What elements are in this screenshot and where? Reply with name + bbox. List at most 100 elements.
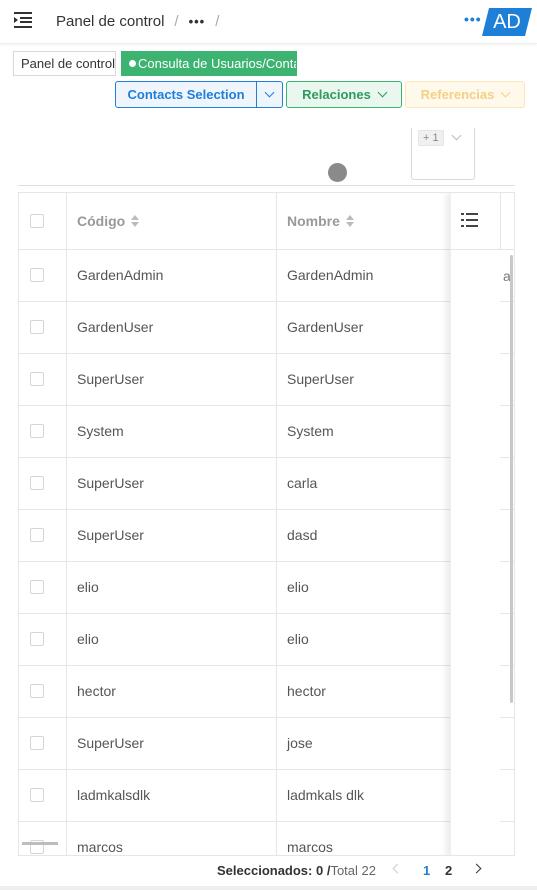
tab-panel-de-control[interactable]: Panel de control	[13, 51, 116, 76]
avatar[interactable]: AD	[482, 8, 532, 36]
codigo-value: GardenAdmin	[77, 267, 164, 283]
cell-codigo: GardenAdmin	[67, 250, 277, 301]
row-select-cell	[19, 458, 67, 509]
breadcrumb-separator: /	[215, 13, 220, 30]
table-row[interactable]: hector hector	[19, 666, 514, 718]
codigo-value: SuperUser	[77, 475, 144, 491]
codigo-value: hector	[77, 683, 116, 699]
column-codigo[interactable]: Código	[67, 193, 277, 249]
cell-codigo: SuperUser	[67, 718, 277, 769]
nombre-value: hector	[287, 683, 326, 699]
row-checkbox[interactable]	[30, 736, 44, 750]
cell-nombre: dasd	[277, 510, 451, 561]
row-select-cell	[19, 718, 67, 769]
sort-icon[interactable]	[345, 215, 354, 227]
horizontal-scrollbar[interactable]	[22, 842, 58, 845]
users-table: Código Nombre GardenAdmin GardenAdmin Gard…	[18, 192, 515, 856]
table-row[interactable]: elio elio	[19, 614, 514, 666]
table-row[interactable]: System System	[19, 406, 514, 458]
cell-codigo: System	[67, 406, 277, 457]
row-checkbox[interactable]	[30, 528, 44, 542]
contacts-selection-button[interactable]: Contacts Selection	[115, 81, 283, 108]
sort-icon[interactable]	[131, 215, 140, 227]
filter-tag: + 1	[418, 130, 444, 146]
cell-nombre: jose	[277, 718, 451, 769]
next-page-button[interactable]	[471, 863, 482, 878]
table-row[interactable]: GardenAdmin GardenAdmin	[19, 250, 514, 302]
table-row[interactable]: GardenUser GardenUser	[19, 302, 514, 354]
row-select-cell	[19, 302, 67, 353]
divider	[18, 185, 515, 186]
table-row[interactable]: ladmkalsdlk ladmkals dlk	[19, 770, 514, 822]
table-row[interactable]: SuperUser carla	[19, 458, 514, 510]
codigo-value: ladmkalsdlk	[77, 787, 151, 803]
row-select-cell	[19, 510, 67, 561]
row-select-cell	[19, 354, 67, 405]
header-select-cell	[19, 193, 67, 249]
tab-consulta-usuarios[interactable]: Consulta de Usuarios/Contactos	[121, 51, 297, 76]
row-checkbox[interactable]	[30, 476, 44, 490]
breadcrumb-root[interactable]: Panel de control	[56, 13, 164, 30]
row-checkbox[interactable]	[30, 268, 44, 282]
nombre-value: marcos	[287, 839, 333, 855]
nombre-value: ladmkals dlk	[287, 787, 365, 803]
codigo-value: SuperUser	[77, 371, 144, 387]
chevron-right-icon	[471, 863, 482, 874]
cell-nombre: elio	[277, 562, 451, 613]
nombre-value: carla	[287, 475, 318, 491]
referencias-button[interactable]: Referencias	[405, 81, 525, 108]
top-bar: Panel de control / ••• / ••• AD	[0, 0, 537, 44]
row-select-cell	[19, 406, 67, 457]
cell-codigo: ladmkalsdlk	[67, 770, 277, 821]
row-select-cell	[19, 250, 67, 301]
page-tabs: Panel de control Consulta de Usuarios/Co…	[0, 47, 537, 81]
vertical-scrollbar[interactable]	[510, 255, 513, 703]
nombre-value: GardenUser	[287, 319, 364, 335]
filter-multiselect[interactable]: + 1	[411, 128, 475, 180]
row-checkbox[interactable]	[30, 372, 44, 386]
menu-toggle-icon[interactable]	[14, 11, 32, 29]
column-settings-panel	[450, 193, 501, 855]
column-header-label: Nombre	[287, 213, 354, 229]
contacts-selection-dropdown[interactable]	[256, 82, 282, 107]
row-select-cell	[19, 822, 67, 855]
column-header-text: Código	[77, 213, 126, 229]
nombre-value: System	[287, 423, 334, 439]
table-row[interactable]: elio elio	[19, 562, 514, 614]
codigo-value: System	[77, 423, 124, 439]
referencias-label: Referencias	[420, 87, 495, 102]
page-1-button[interactable]: 1	[423, 863, 430, 878]
table-row[interactable]: SuperUser dasd	[19, 510, 514, 562]
selected-label: Seleccionados: 0 /	[217, 863, 331, 878]
row-checkbox[interactable]	[30, 320, 44, 334]
codigo-value: GardenUser	[77, 319, 154, 335]
row-checkbox[interactable]	[30, 632, 44, 646]
relaciones-button[interactable]: Relaciones	[286, 81, 402, 108]
table-row[interactable]: marcos marcos	[19, 822, 514, 855]
row-checkbox[interactable]	[30, 580, 44, 594]
column-nombre[interactable]: Nombre	[277, 193, 451, 249]
table-row[interactable]: SuperUser jose	[19, 718, 514, 770]
drag-handle-icon[interactable]	[328, 163, 347, 182]
table-row[interactable]: SuperUser SuperUser	[19, 354, 514, 406]
row-checkbox[interactable]	[30, 788, 44, 802]
cell-codigo: SuperUser	[67, 354, 277, 405]
nombre-value: GardenAdmin	[287, 267, 374, 283]
row-checkbox[interactable]	[30, 424, 44, 438]
cell-nombre: GardenAdmin	[277, 250, 451, 301]
breadcrumb: Panel de control / ••• /	[56, 13, 229, 30]
cell-codigo: elio	[67, 614, 277, 665]
page-2-button[interactable]: 2	[445, 863, 452, 878]
prev-page-button[interactable]	[392, 863, 403, 878]
row-select-cell	[19, 614, 67, 665]
cell-nombre: System	[277, 406, 451, 457]
row-checkbox[interactable]	[30, 684, 44, 698]
column-list-icon[interactable]	[461, 212, 478, 228]
breadcrumb-more-icon[interactable]: •••	[189, 14, 206, 29]
more-options-icon[interactable]: •••	[464, 11, 482, 27]
cell-nombre: hector	[277, 666, 451, 717]
relaciones-label: Relaciones	[302, 87, 371, 102]
cell-codigo: marcos	[67, 822, 277, 855]
chevron-down-icon	[264, 87, 275, 98]
select-all-checkbox[interactable]	[30, 214, 44, 228]
